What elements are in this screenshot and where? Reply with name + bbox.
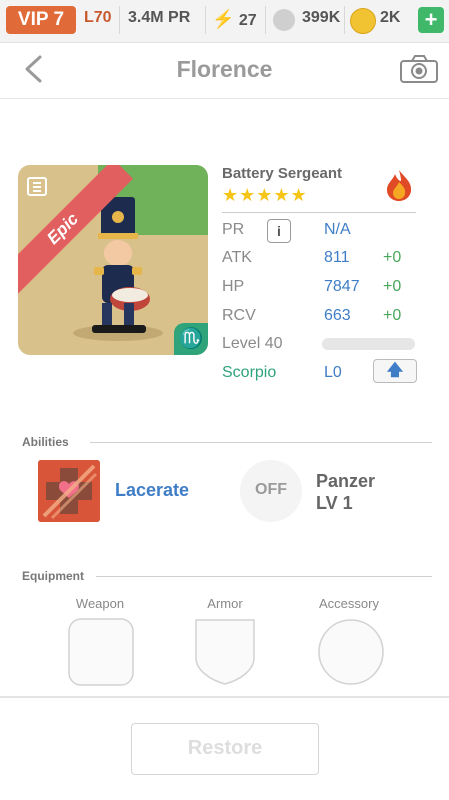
accessory-slot-label: Accessory (319, 596, 379, 611)
accessory-slot[interactable] (317, 618, 385, 686)
stat-label-pr: PR (222, 221, 245, 238)
scorpio-icon: ♏ (174, 323, 208, 355)
player-level: L70 (84, 9, 112, 26)
player-pr: 3.4M PR (128, 9, 191, 26)
stats-divider (222, 212, 416, 213)
stat-value-hp: 7847 (324, 278, 360, 295)
ability-off-label: OFF (255, 481, 287, 498)
equipment-heading: Equipment (22, 569, 84, 583)
hero-class-name: Battery Sergeant (222, 165, 343, 182)
stat-value-rcv: 663 (324, 307, 351, 324)
page-title: Florence (176, 56, 273, 82)
level-label: Level 40 (222, 335, 283, 352)
cross-slash-icon (38, 460, 100, 522)
restore-label: Restore (187, 737, 263, 759)
camera-icon[interactable] (399, 54, 439, 84)
footer-divider (0, 696, 449, 698)
stat-label-hp: HP (222, 278, 245, 295)
coin-icon (350, 8, 376, 34)
zodiac-upgrade-button[interactable]: 🡅 (373, 359, 417, 383)
armor-slot[interactable] (194, 618, 256, 686)
paw-count[interactable]: 399K (302, 9, 340, 27)
armor-slot-label: Armor (207, 596, 243, 611)
lacerate-ability-icon[interactable] (38, 460, 100, 522)
stat-bonus-atk: +0 (383, 249, 402, 266)
panzer-name: Panzer (316, 471, 376, 491)
divider (205, 6, 206, 34)
vip-badge[interactable]: VIP 7 (6, 6, 76, 34)
top-status-bar: VIP 7 L70 3.4M PR ⚡ 27 399K 2K + (0, 0, 449, 43)
stat-value-atk: 811 (324, 249, 350, 266)
add-currency-button[interactable]: + (418, 7, 444, 33)
stat-label-rcv: RCV (222, 307, 256, 324)
divider (265, 6, 266, 34)
level-progress-bar (322, 338, 415, 350)
energy-value: 27 (238, 12, 257, 29)
divider (96, 576, 432, 577)
divider (90, 442, 432, 443)
weapon-slot[interactable] (68, 618, 134, 686)
panzer-ability-icon[interactable]: OFF (240, 460, 302, 522)
equipment-tag-icon (27, 177, 47, 196)
hero-card[interactable]: Epic ♏ (18, 165, 208, 355)
ability-name-lacerate[interactable]: Lacerate (115, 480, 189, 501)
page-header: Florence (0, 42, 449, 99)
divider (344, 6, 345, 34)
zodiac-level: L0 (324, 364, 342, 381)
stat-bonus-rcv: +0 (383, 307, 402, 324)
up-arrow-icon: 🡅 (386, 362, 404, 379)
coin-count[interactable]: 2K (380, 9, 400, 27)
info-icon[interactable]: i (267, 219, 291, 243)
abilities-heading: Abilities (22, 435, 69, 449)
panzer-level: LV 1 (316, 493, 353, 513)
lightning-icon: ⚡ (212, 9, 235, 29)
stat-label-atk: ATK (222, 249, 252, 266)
stat-bonus-hp: +0 (383, 278, 402, 295)
weapon-slot-label: Weapon (75, 596, 125, 611)
restore-button[interactable]: Restore (131, 723, 319, 775)
ability-name-panzer[interactable]: Panzer LV 1 (316, 470, 375, 514)
divider (119, 6, 120, 34)
paw-icon (273, 9, 295, 31)
fire-element-icon (387, 170, 412, 201)
zodiac-label: Scorpio (222, 364, 277, 381)
energy-count[interactable]: ⚡ 27 (212, 9, 257, 30)
stat-value-pr: N/A (324, 221, 351, 238)
star-rating: ★★★★★ (222, 185, 308, 205)
